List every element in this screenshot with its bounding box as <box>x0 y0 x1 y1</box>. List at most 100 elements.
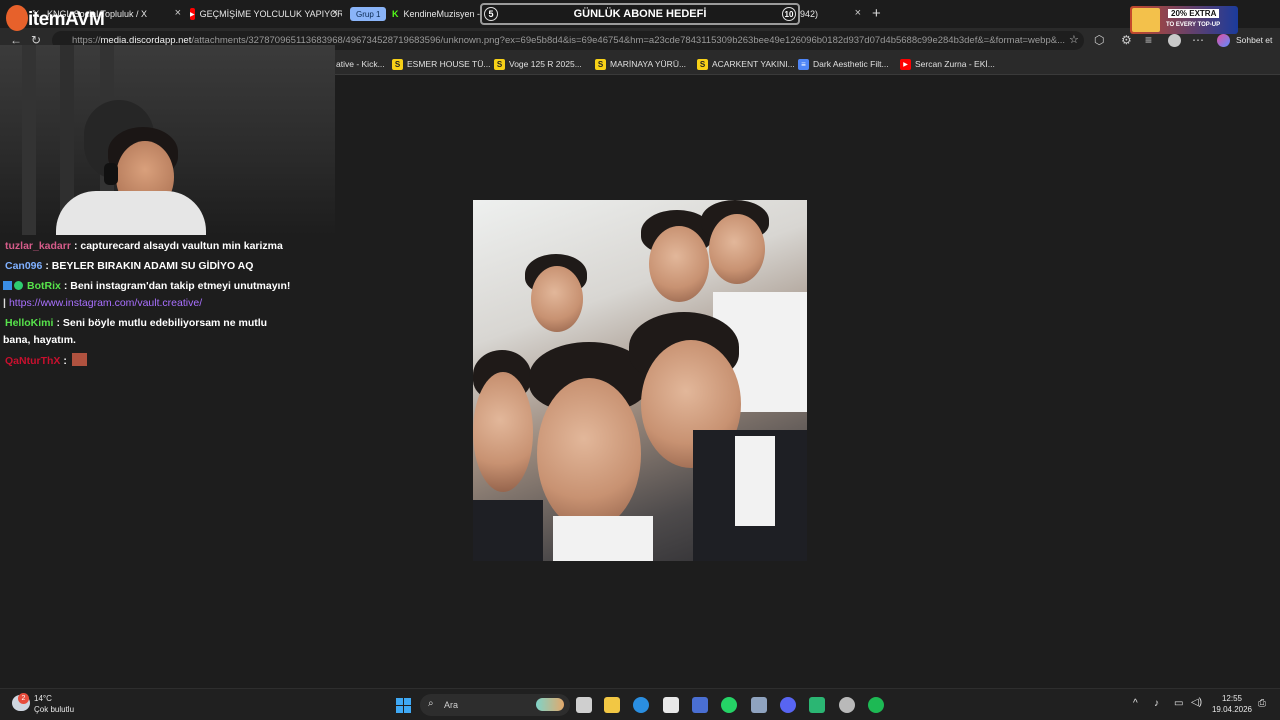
brand-logo: itemAVM <box>6 5 126 33</box>
media-app-icon[interactable] <box>809 697 825 713</box>
bookmark-label: ACARKENT YAKINI... <box>712 59 795 69</box>
face <box>709 214 765 284</box>
suit <box>473 500 543 561</box>
mail-icon[interactable] <box>692 697 708 713</box>
taskbar: 2 14°C Çok bulutlu ⌕ Ara ^ ♪ ▭ ◁) 12:55 … <box>0 688 1280 720</box>
tab-group-label[interactable]: Grup 1 <box>350 7 387 21</box>
promo-banner: 20% EXTRA TO EVERY TOP-UP <box>1130 6 1238 34</box>
chat-message-cont: bana, hayatım. <box>3 334 76 346</box>
discord-icon[interactable] <box>780 697 796 713</box>
chat-link[interactable]: https://www.instagram.com/vault.creative… <box>9 297 202 309</box>
close-icon[interactable]: × <box>855 7 861 19</box>
bookmark-label: Sercan Zurna - EKİ... <box>915 59 995 69</box>
emote-icon <box>71 353 87 366</box>
clock-date[interactable]: 19.04.2026 <box>1208 705 1256 714</box>
edge-icon[interactable] <box>633 697 649 713</box>
copilot-icon[interactable] <box>1217 34 1230 47</box>
chevron-up-icon[interactable]: ^ <box>1133 698 1138 709</box>
network-icon[interactable]: ▭ <box>1174 698 1183 709</box>
search-placeholder: Ara <box>444 700 459 710</box>
mascot-icon <box>6 5 28 31</box>
taskbar-search[interactable]: ⌕ Ara <box>420 694 570 716</box>
bookmark-item[interactable]: S Voge 125 R 2025... <box>494 57 582 71</box>
more-menu-icon[interactable]: ⋯ <box>1192 33 1204 47</box>
update-app-icon[interactable] <box>839 697 855 713</box>
bot-badge-icon <box>3 281 12 290</box>
windows-start-icon[interactable] <box>395 697 411 713</box>
spotify-icon[interactable] <box>868 697 884 713</box>
s-icon: S <box>697 58 708 70</box>
promo-line1: 20% EXTRA <box>1168 9 1220 18</box>
chat-sidebar-button[interactable]: Sohbet et <box>1236 35 1272 45</box>
bookmark-item[interactable]: S MARİNAYA YÜRÜ... <box>595 57 686 71</box>
bookmark-item[interactable]: S ESMER HOUSE TÜ... <box>392 57 490 71</box>
promo-line2: TO EVERY TOP-UP <box>1166 22 1221 28</box>
network-app-icon[interactable] <box>751 697 767 713</box>
bookmark-label: Dark Aesthetic Filt... <box>813 59 889 69</box>
chat-text: : capturecard alsaydı vaultun min karizm… <box>73 240 283 252</box>
tab-kick[interactable]: K KendineMuzisyen - V <box>392 3 484 25</box>
streamer-shirt <box>56 191 206 235</box>
tab-label: GEÇMİŞİME YOLCULUK YAPIYORUM <box>199 9 342 19</box>
chat-message: BotRix: Beni instagram'dan takip etmeyi … <box>3 280 290 292</box>
task-view-icon[interactable] <box>576 697 592 713</box>
tab-youtube[interactable]: ▶ GEÇMİŞİME YOLCULUK YAPIYORUM × <box>190 3 342 25</box>
chat-message: QaNturThX: <box>5 353 87 367</box>
group-selfie-photo[interactable] <box>473 200 807 561</box>
face <box>537 378 641 530</box>
shirt <box>735 436 775 526</box>
s-icon: S <box>595 58 606 70</box>
youtube-icon: ▶ <box>190 8 195 20</box>
bookmark-label: MARİNAYA YÜRÜ... <box>610 59 687 69</box>
bookmark-label: ative - Kick... <box>336 59 385 69</box>
close-icon[interactable]: × <box>175 7 181 19</box>
star-icon[interactable]: ☆ <box>1069 33 1079 46</box>
stream-chat: tuzlar_kadarr: capturecard alsaydı vault… <box>0 236 300 376</box>
store-icon[interactable] <box>663 697 679 713</box>
chat-username: QaNturThX <box>5 355 61 367</box>
s-icon: S <box>392 58 403 70</box>
subscriber-goal-bar: 5 GÜNLÜK ABONE HEDEFİ 10 <box>480 3 800 25</box>
chat-divider: | <box>3 297 6 309</box>
gift-box-icon <box>1132 8 1160 32</box>
close-icon[interactable]: × <box>332 7 338 19</box>
whatsapp-icon[interactable] <box>721 697 737 713</box>
chat-message-cont: | https://www.instagram.com/vault.creativ… <box>3 297 202 309</box>
clock-time[interactable]: 12:55 <box>1212 694 1252 703</box>
s-icon: S <box>494 58 505 70</box>
new-tab-plus-icon[interactable]: + <box>872 5 881 22</box>
volume-icon[interactable]: ◁) <box>1191 697 1202 708</box>
chat-text: : Seni böyle mutlu edebiliyorsam ne mutl… <box>56 317 268 329</box>
microphone-icon[interactable]: ♪ <box>1154 698 1159 709</box>
verified-badge-icon <box>14 281 23 290</box>
chat-text: : BEYLER BIRAKIN ADAMI SU GİDİYO AQ <box>45 260 254 272</box>
chat-text: bana, hayatım. <box>3 334 76 346</box>
search-icon: ⌕ <box>428 698 434 709</box>
file-explorer-icon[interactable] <box>604 697 620 713</box>
face <box>473 372 533 492</box>
bookmark-item[interactable]: ≡ Dark Aesthetic Filt... <box>798 57 889 71</box>
bug-icon[interactable]: ⚙ <box>1121 33 1132 47</box>
bookmark-item[interactable]: ▶ Sercan Zurna - EKİ... <box>900 57 995 71</box>
goal-label: GÜNLÜK ABONE HEDEFİ <box>573 8 707 20</box>
notification-badge: 2 <box>18 693 29 704</box>
chat-text: : Beni instagram'dan takip etmeyi unutma… <box>63 280 291 292</box>
shirt <box>553 516 653 561</box>
search-highlight-icon <box>536 698 564 711</box>
notification-bell-icon[interactable]: ⎙ <box>1258 698 1266 709</box>
chat-username: BotRix <box>27 280 61 292</box>
chat-message: Can096: BEYLER BIRAKIN ADAMI SU GİDİYO A… <box>5 260 253 272</box>
bookmark-item[interactable]: S ACARKENT YAKINI... <box>697 57 795 71</box>
bookmark-item[interactable]: ative - Kick... <box>336 57 385 71</box>
extensions-icon[interactable]: ⬡ <box>1094 33 1104 47</box>
kick-icon: K <box>392 9 399 19</box>
tab-label: KendineMuzisyen - V <box>403 9 485 19</box>
bookmark-label: Voge 125 R 2025... <box>509 59 582 69</box>
weather-temp: 14°C <box>34 694 52 703</box>
chat-text: : <box>63 355 67 367</box>
chat-username: HelloKimi <box>5 317 54 329</box>
chat-message: tuzlar_kadarr: capturecard alsaydı vault… <box>5 240 283 252</box>
reading-list-icon[interactable]: ≡ <box>1145 33 1152 47</box>
headset-icon <box>104 163 118 185</box>
avatar[interactable] <box>1168 34 1181 47</box>
